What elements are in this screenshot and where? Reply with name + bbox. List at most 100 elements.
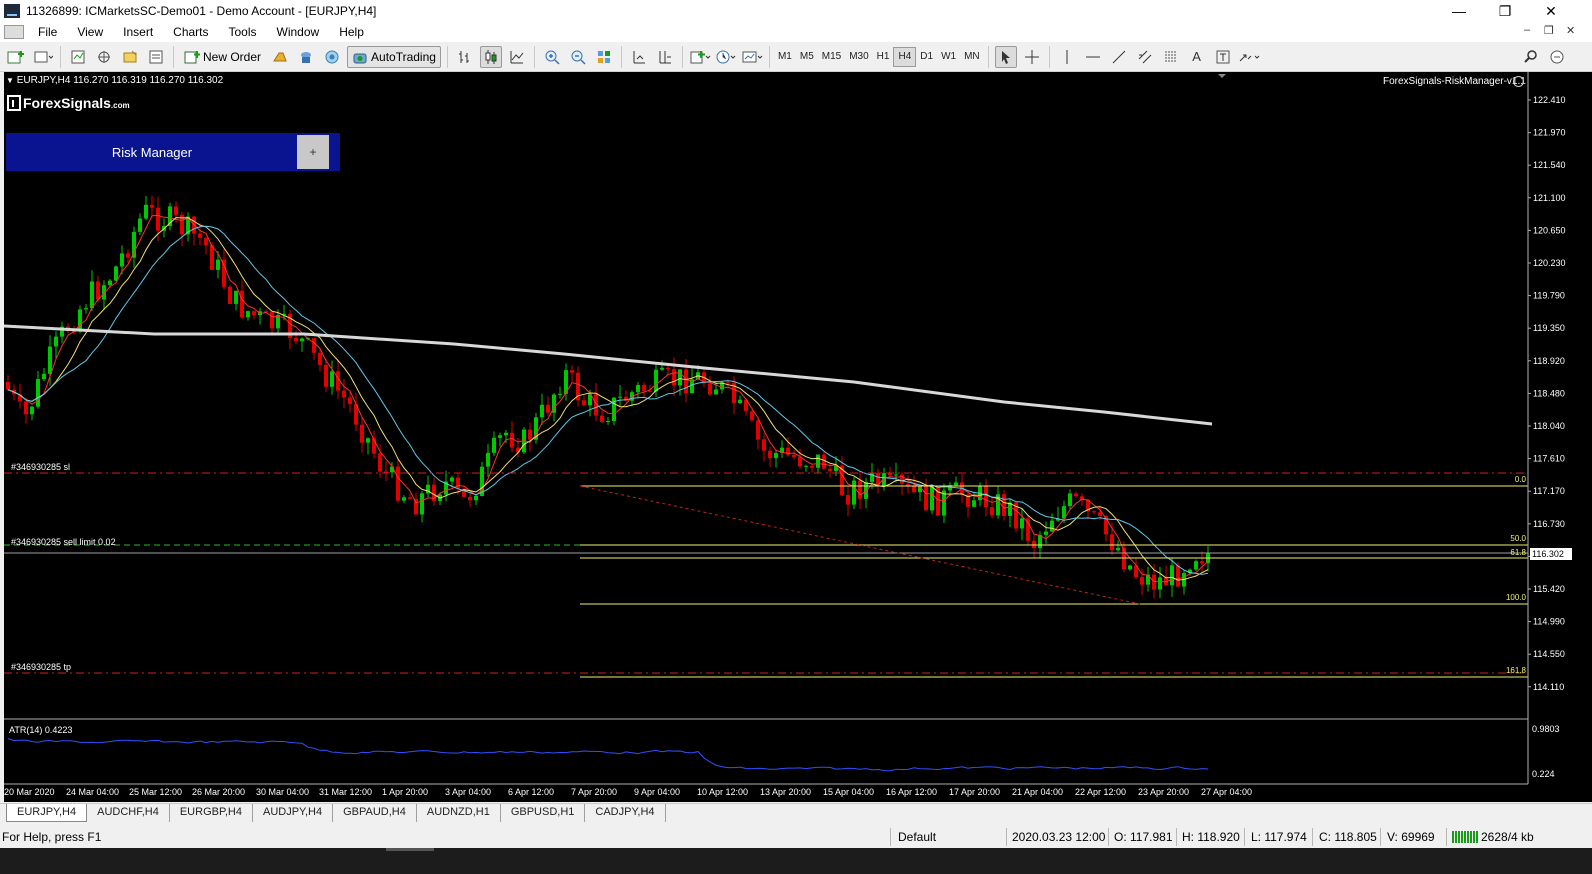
text-tool-icon[interactable]: A [1186,46,1208,68]
candle-body [24,401,28,415]
zoom-in-icon[interactable] [541,46,563,68]
signals-icon[interactable] [295,46,317,68]
menu-view[interactable]: View [67,25,113,39]
candlestick-icon[interactable] [479,45,502,68]
menu-charts[interactable]: Charts [163,25,218,39]
indicators-icon[interactable] [689,46,711,68]
toolbar-separator [987,45,989,68]
chart-shift-icon[interactable] [654,46,676,68]
toolbar-separator [620,45,622,68]
menu-file[interactable]: File [28,25,67,39]
templates-icon[interactable] [741,46,763,68]
mdi-chart-icon[interactable] [4,25,24,39]
autotrading-label: AutoTrading [371,49,436,64]
candle-body [312,338,316,353]
periods-icon[interactable] [715,46,737,68]
minimize-button[interactable]: — [1436,0,1482,22]
risk-manager-expand-button[interactable]: + [297,135,329,169]
timeframe-m1[interactable]: M1 [774,47,796,67]
timeframe-w1[interactable]: W1 [937,47,960,67]
candle-body [252,311,256,315]
candle-body [672,368,676,386]
trendline-icon[interactable] [1108,46,1130,68]
text-label-icon[interactable] [1212,46,1234,68]
timeframe-d1[interactable]: D1 [916,47,937,67]
tab-eurgbp-h4[interactable]: EURGBP,H4 [170,804,253,822]
tab-audchf-h4[interactable]: AUDCHF,H4 [87,804,170,822]
timeframe-h4[interactable]: H4 [893,46,917,67]
zoom-out-icon[interactable] [567,46,589,68]
market-watch-icon[interactable] [67,46,89,68]
vertical-line-icon[interactable] [1056,46,1078,68]
toolbar-separator [1048,45,1050,68]
atr-axis-top: 0.9803 [1532,724,1560,734]
toolbar-separator [173,45,174,68]
risk-manager-button[interactable]: Risk Manager [6,133,298,171]
tab-gbpusd-h1[interactable]: GBPUSD,H1 [501,804,586,822]
mdi-close-button[interactable]: ✕ [1566,24,1575,37]
line-chart-icon[interactable] [506,46,528,68]
tab-eurjpy-h4[interactable]: EURJPY,H4 [6,804,88,822]
menu-window[interactable]: Window [267,25,330,39]
data-window-icon[interactable] [93,46,115,68]
candle-body [1092,511,1096,513]
candle-body [618,396,622,398]
arrows-icon[interactable] [1238,46,1262,68]
candle-body [342,390,346,398]
candle-body [540,404,544,418]
price-chart[interactable]: 122.410 121.970 121.540 121.100 120.650 120.2… [4,72,1592,802]
timeframe-m5[interactable]: M5 [796,47,818,67]
bar-chart-icon[interactable] [454,46,476,68]
timeframe-h1[interactable]: H1 [873,47,894,67]
crosshair-icon[interactable] [1021,46,1043,68]
channel-icon[interactable] [1134,46,1156,68]
chart-window[interactable]: 122.410 121.970 121.540 121.100 120.650 120.2… [4,72,1592,802]
tile-windows-icon[interactable] [593,46,615,68]
restore-button[interactable]: ❐ [1482,0,1528,22]
close-button[interactable]: ✕ [1528,0,1574,22]
menu-bar: File View Insert Charts Tools Window Hel… [0,22,1592,42]
menu-insert[interactable]: Insert [113,25,163,39]
candle-body [294,337,298,342]
horizontal-line-icon[interactable] [1082,46,1104,68]
cursor-icon[interactable] [994,45,1017,68]
menu-help[interactable]: Help [329,25,374,39]
search-icon[interactable] [1520,46,1542,68]
candle-body [408,497,412,499]
fibonacci-icon[interactable] [1160,46,1182,68]
autotrading-button[interactable]: AutoTrading [347,45,441,68]
tab-audjpy-h4[interactable]: AUDJPY,H4 [253,804,334,822]
tab-audnzd-h1[interactable]: AUDNZD,H1 [417,804,501,822]
market-icon[interactable] [321,46,343,68]
new-chart-icon[interactable] [6,46,28,68]
status-separator [1244,828,1245,846]
mdi-minimize-button[interactable]: – [1524,24,1530,36]
candle-body [1170,565,1174,586]
candle-body [96,281,100,300]
menu-tools[interactable]: Tools [219,25,267,39]
scroll-thumb[interactable] [386,848,434,851]
timeframe-m15[interactable]: M15 [818,47,845,67]
price-axis-label: 121.970 [1533,128,1566,138]
price-axis-label: 115.420 [1533,584,1565,594]
auto-scroll-icon[interactable] [628,46,650,68]
profiles-icon[interactable] [32,46,54,68]
candle-body [1176,565,1180,587]
tab-cadjpy-h4[interactable]: CADJPY,H4 [585,804,666,822]
terminal-icon[interactable] [145,46,167,68]
new-order-button[interactable]: New Order [180,46,265,68]
community-icon[interactable] [1546,46,1568,68]
candle-body [138,218,142,232]
navigator-icon[interactable] [119,46,141,68]
timeframe-mn[interactable]: MN [960,47,984,67]
current-price-tag: 116.302 [1530,548,1572,560]
tab-gbpaud-h4[interactable]: GBPAUD,H4 [333,804,417,822]
new-order-label: New Order [203,49,262,64]
candle-body [828,468,832,471]
mdi-restore-button[interactable]: ❐ [1544,24,1554,37]
candle-body [852,480,856,505]
timeframe-m30[interactable]: M30 [845,47,872,67]
candle-body [954,482,958,486]
gold-icon[interactable] [269,46,291,68]
atr-label: ATR(14) 0.4223 [9,725,73,735]
